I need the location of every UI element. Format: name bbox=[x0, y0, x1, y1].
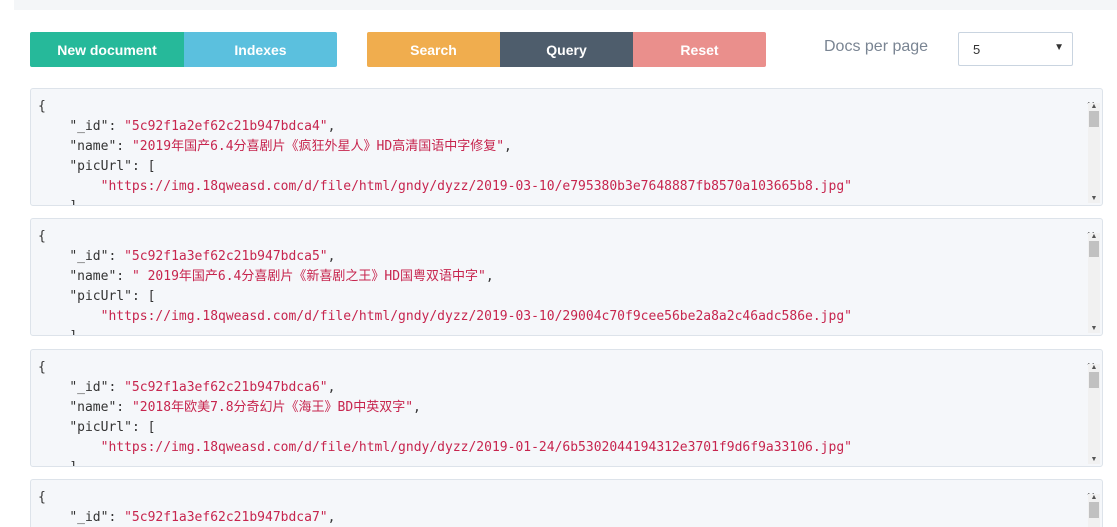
picurl-value: "https://img.18qweasd.com/d/file/html/gn… bbox=[100, 179, 852, 194]
document-json: { "_id": "5c92f1a3ef62c21b947bdca6", "na… bbox=[38, 358, 1078, 466]
id-key: "_id" bbox=[69, 249, 109, 264]
picurl-key: "picUrl" bbox=[69, 289, 132, 304]
scroll-thumb[interactable] bbox=[1089, 111, 1099, 127]
brace-open: { bbox=[38, 229, 46, 244]
new-document-button[interactable]: New document bbox=[30, 32, 184, 67]
scrollbar[interactable]: ▲ bbox=[1088, 494, 1100, 527]
top-bar bbox=[14, 0, 1117, 10]
name-value: "2018年欧美7.8分奇幻片《海王》BD中英双字" bbox=[131, 400, 414, 415]
scrollbar[interactable]: ▲ ▼ bbox=[1088, 103, 1100, 203]
scroll-down-icon[interactable]: ▼ bbox=[1088, 195, 1100, 203]
scroll-up-icon[interactable]: ▲ bbox=[1088, 233, 1100, 241]
scroll-down-icon[interactable]: ▼ bbox=[1088, 325, 1100, 333]
brace-open: { bbox=[38, 99, 46, 114]
scroll-thumb[interactable] bbox=[1089, 502, 1099, 518]
id-value: "5c92f1a2ef62c21b947bdca4" bbox=[124, 119, 328, 134]
docs-per-page-label: Docs per page bbox=[824, 38, 929, 55]
query-button[interactable]: Query bbox=[500, 32, 633, 67]
left-gutter bbox=[0, 0, 14, 527]
docs-per-page-value: 5 bbox=[973, 42, 981, 57]
bracket-close: ] bbox=[69, 329, 77, 335]
scroll-thumb[interactable] bbox=[1089, 241, 1099, 257]
name-value: " 2019年国产6.4分喜剧片《新喜剧之王》HD国粤双语中字" bbox=[131, 269, 486, 284]
brace-open: { bbox=[38, 360, 46, 375]
document-card-3[interactable]: { "_id": "5c92f1a3ef62c21b947bdca6", "na… bbox=[30, 349, 1103, 467]
picurl-key: "picUrl" bbox=[69, 420, 132, 435]
bracket-open: [ bbox=[147, 289, 156, 304]
name-key: "name" bbox=[69, 400, 117, 415]
bracket-close: ] bbox=[69, 199, 77, 205]
id-value: "5c92f1a3ef62c21b947bdca7" bbox=[124, 510, 328, 525]
scroll-up-icon[interactable]: ▲ bbox=[1088, 494, 1100, 502]
name-value: "2019年国产6.4分喜剧片《疯狂外星人》HD高清国语中字修复" bbox=[131, 139, 505, 154]
indexes-button[interactable]: Indexes bbox=[184, 32, 337, 67]
bracket-open: [ bbox=[147, 159, 156, 174]
id-value: "5c92f1a3ef62c21b947bdca5" bbox=[124, 249, 328, 264]
search-button[interactable]: Search bbox=[367, 32, 500, 67]
reset-button[interactable]: Reset bbox=[633, 32, 766, 67]
toolbar: New document Indexes Search Query Reset … bbox=[30, 32, 1105, 67]
name-key: "name" bbox=[69, 139, 117, 154]
scrollbar[interactable]: ▲ ▼ bbox=[1088, 364, 1100, 464]
scroll-thumb[interactable] bbox=[1089, 372, 1099, 388]
id-key: "_id" bbox=[69, 119, 109, 134]
scroll-up-icon[interactable]: ▲ bbox=[1088, 103, 1100, 111]
document-json: { "_id": "5c92f1a3ef62c21b947bdca5", "na… bbox=[38, 227, 1078, 335]
scroll-down-icon[interactable]: ▼ bbox=[1088, 456, 1100, 464]
id-value: "5c92f1a3ef62c21b947bdca6" bbox=[124, 380, 328, 395]
document-json: { "_id": "5c92f1a3ef62c21b947bdca7", bbox=[38, 490, 336, 525]
document-card-4[interactable]: { "_id": "5c92f1a3ef62c21b947bdca7", ⌄ ▲ bbox=[30, 479, 1103, 527]
bracket-close: ] bbox=[69, 460, 77, 466]
chevron-down-icon: ▼ bbox=[1054, 42, 1064, 53]
docs-per-page-select[interactable]: 5 ▼ bbox=[958, 32, 1073, 66]
bracket-open: [ bbox=[147, 420, 156, 435]
scrollbar[interactable]: ▲ ▼ bbox=[1088, 233, 1100, 333]
id-key: "_id" bbox=[69, 380, 109, 395]
picurl-key: "picUrl" bbox=[69, 159, 132, 174]
document-card-1[interactable]: { "_id": "5c92f1a2ef62c21b947bdca4", "na… bbox=[30, 88, 1103, 206]
document-card-2[interactable]: { "_id": "5c92f1a3ef62c21b947bdca5", "na… bbox=[30, 218, 1103, 336]
id-key: "_id" bbox=[69, 510, 109, 525]
name-key: "name" bbox=[69, 269, 117, 284]
brace-open: { bbox=[38, 490, 46, 505]
picurl-value: "https://img.18qweasd.com/d/file/html/gn… bbox=[100, 440, 852, 455]
picurl-value: "https://img.18qweasd.com/d/file/html/gn… bbox=[100, 309, 852, 324]
scroll-up-icon[interactable]: ▲ bbox=[1088, 364, 1100, 372]
document-json: { "_id": "5c92f1a2ef62c21b947bdca4", "na… bbox=[38, 97, 1078, 205]
